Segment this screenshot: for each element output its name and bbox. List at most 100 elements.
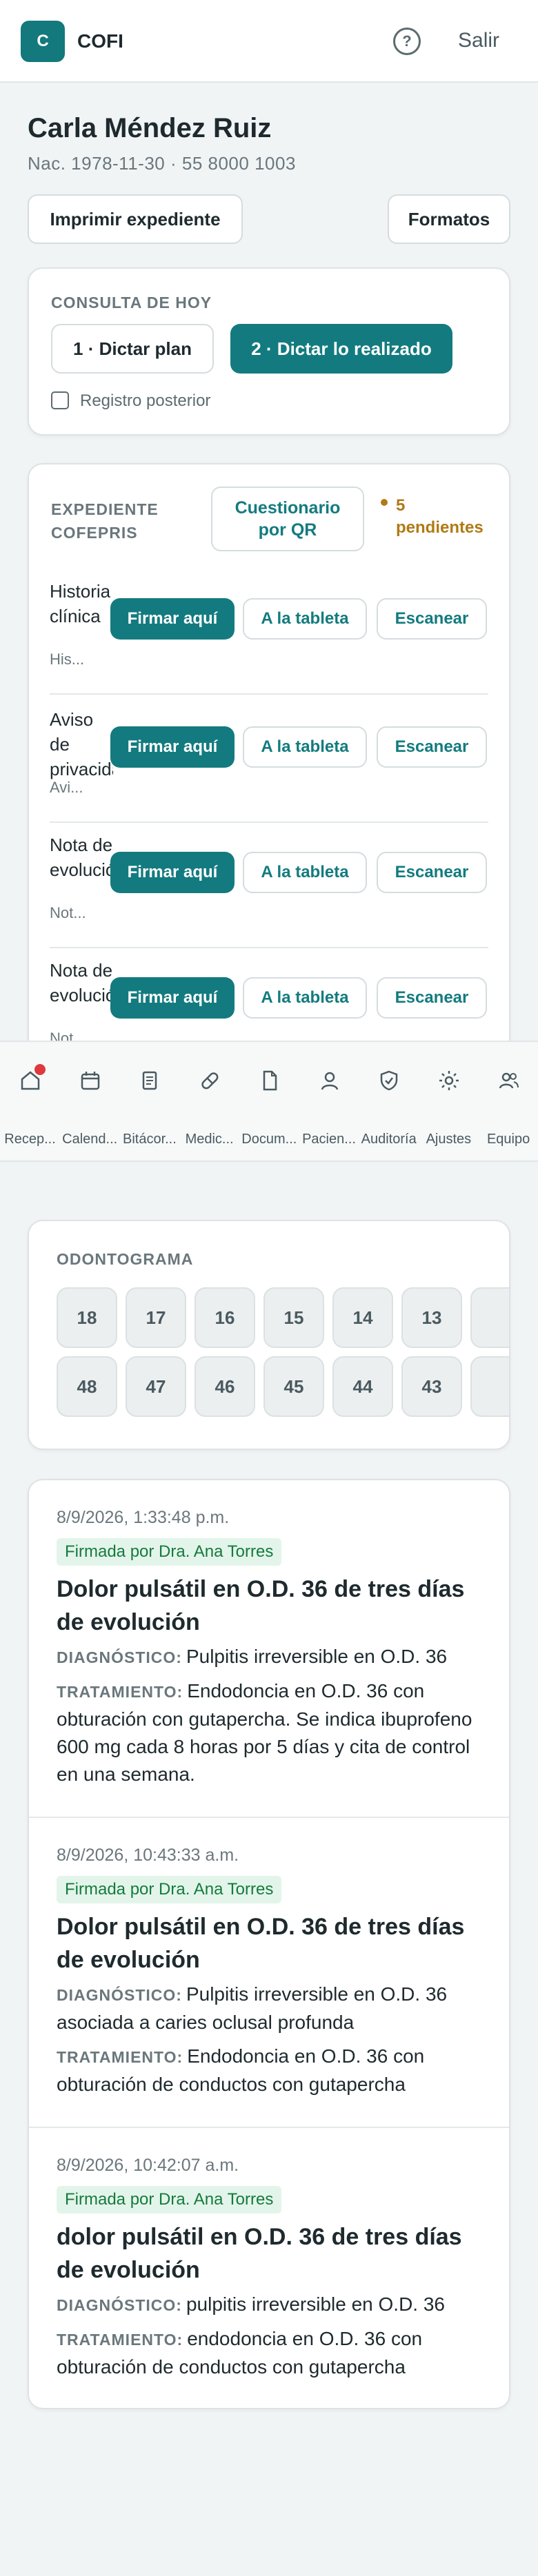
sign-here-button[interactable]: Firmar aquí xyxy=(110,726,235,768)
signed-badge: Firmada por Dra. Ana Torres xyxy=(57,2186,282,2214)
odontogram-label: ODONTOGRAMA xyxy=(57,1250,194,1268)
nav-item[interactable]: Equipo xyxy=(479,1042,538,1163)
tooth-button[interactable]: 43 xyxy=(401,1356,462,1417)
cofepris-label: EXPEDIENTE COFEPRIS xyxy=(51,500,159,542)
app-name: COFI xyxy=(77,30,123,52)
note-treatment: TRATAMIENTO: Endodoncia en O.D. 36 con ob… xyxy=(57,1680,472,1785)
document-row: Nota de evolución Not... Firmar aquíA la t… xyxy=(50,823,488,948)
signed-badge: Firmada por Dra. Ana Torres xyxy=(57,1876,282,1903)
document-preview: His... xyxy=(50,651,85,668)
note-divider xyxy=(29,1817,509,1818)
dictate-plan-button[interactable]: 1 · Dictar plan xyxy=(51,324,214,374)
late-record-checkbox[interactable] xyxy=(51,391,69,409)
scan-button[interactable]: Escanear xyxy=(377,726,487,768)
document-title: Nota de evolución xyxy=(50,835,113,880)
note-diagnosis: DIAGNÓSTICO: Pulpitis irreversible en O.D… xyxy=(57,1983,448,2033)
note-diagnosis: DIAGNÓSTICO: pulpitis irreversible en O.D… xyxy=(57,2293,445,2315)
tooth-button[interactable] xyxy=(470,1287,509,1348)
scan-button[interactable]: Escanear xyxy=(377,977,487,1019)
nav-item[interactable]: Bitácor... xyxy=(119,1042,179,1163)
nav-label: Medic... xyxy=(185,1132,234,1147)
note-treatment: TRATAMIENTO: Endodoncia en O.D. 36 con ob… xyxy=(57,2045,425,2095)
sign-here-button[interactable]: Firmar aquí xyxy=(110,852,235,893)
top-bar: C COFI ? Salir xyxy=(0,0,538,83)
nav-label: Recep... xyxy=(4,1132,56,1147)
send-to-tablet-button[interactable]: A la tableta xyxy=(243,977,367,1019)
signed-badge: Firmada por Dra. Ana Torres xyxy=(57,1538,282,1566)
scan-button[interactable]: Escanear xyxy=(377,598,487,640)
alert-dot xyxy=(34,1064,46,1075)
send-to-tablet-button[interactable]: A la tableta xyxy=(243,852,367,893)
note-divider xyxy=(29,2127,509,2128)
tooth-button[interactable]: 14 xyxy=(332,1287,393,1348)
late-record-label: Registro posterior xyxy=(80,391,211,410)
sign-here-button[interactable]: Firmar aquí xyxy=(110,598,235,640)
nav-label: Docum... xyxy=(241,1132,297,1147)
app-logo: C xyxy=(21,21,65,62)
sun-icon xyxy=(439,1071,459,1090)
tooth-button[interactable]: 48 xyxy=(57,1356,117,1417)
sign-here-button[interactable]: Firmar aquí xyxy=(110,977,235,1019)
shield-icon xyxy=(380,1070,398,1091)
note-title: Dolor pulsátil en O.D. 36 de tres días d… xyxy=(57,1914,465,1973)
note-date: 8/9/2026, 10:43:33 a.m. xyxy=(57,1846,239,1865)
document-row: Aviso de privacidadAvi... Firmar aquíA la… xyxy=(50,697,488,823)
dictate-done-button[interactable]: 2 · Dictar lo realizado xyxy=(230,324,452,374)
nav-label: Pacien... xyxy=(302,1132,356,1147)
note-date: 8/9/2026, 1:33:48 p.m. xyxy=(57,1508,230,1527)
document-title: Historia clínica xyxy=(50,581,111,626)
tooth-button[interactable] xyxy=(470,1356,509,1417)
logout-button[interactable]: Salir xyxy=(458,29,499,52)
tooth-button[interactable]: 13 xyxy=(401,1287,462,1348)
nav-item[interactable]: Auditoría xyxy=(359,1042,419,1163)
print-record-button[interactable]: Imprimir expediente xyxy=(28,194,243,244)
document-icon xyxy=(263,1070,277,1091)
tooth-button[interactable]: 44 xyxy=(332,1356,393,1417)
qr-questionnaire-button[interactable]: Cuestionario por QR xyxy=(211,487,364,551)
nav-item[interactable]: Pacien... xyxy=(299,1042,359,1163)
consultation-label: CONSULTA DE HOY xyxy=(51,294,212,311)
tooth-button[interactable]: 16 xyxy=(195,1287,255,1348)
nav-label: Auditoría xyxy=(361,1132,417,1147)
document-preview: Avi... xyxy=(50,779,83,796)
document-title: Nota de evolución xyxy=(50,960,113,1005)
note-date: 8/9/2026, 10:42:07 a.m. xyxy=(57,2156,239,2175)
tooth-button[interactable]: 17 xyxy=(126,1287,186,1348)
tooth-button[interactable]: 15 xyxy=(263,1287,324,1348)
document-row: Historia clínica His... Firmar aquí A la ta… xyxy=(50,569,488,695)
nav-label: Calend... xyxy=(62,1132,118,1147)
formats-button[interactable]: Formatos xyxy=(388,194,510,244)
nav-item[interactable]: Ajustes xyxy=(419,1042,479,1163)
calendar-icon xyxy=(81,1072,99,1090)
nav-item[interactable]: Calend... xyxy=(60,1042,120,1163)
note-treatment: TRATAMIENTO: endodoncia en O.D. 36 con ob… xyxy=(57,2328,423,2378)
nav-label: Bitácor... xyxy=(122,1132,177,1147)
tooth-button[interactable]: 46 xyxy=(195,1356,255,1417)
send-to-tablet-button[interactable]: A la tableta xyxy=(243,598,367,640)
pending-dot xyxy=(381,499,388,506)
pending-badge: 5 pendientes xyxy=(396,496,484,537)
bottom-navigation: Recep... Calend... Bitácor... Medic... Docum… xyxy=(0,1041,538,1162)
nav-item[interactable]: Medic... xyxy=(179,1042,239,1163)
note-diagnosis: DIAGNÓSTICO: Pulpitis irreversible en O.D… xyxy=(57,1646,448,1667)
patient-subtitle: Nac. 1978-11-30 · 55 8000 1003 xyxy=(28,153,296,174)
nav-label: Equipo xyxy=(486,1132,530,1147)
document-preview: Not... xyxy=(50,904,86,921)
clipboard-icon xyxy=(143,1071,157,1090)
tooth-button[interactable]: 18 xyxy=(57,1287,117,1348)
nav-item[interactable]: Docum... xyxy=(239,1042,299,1163)
note-title: Dolor pulsátil en O.D. 36 de tres días d… xyxy=(57,1576,465,1635)
today-consultation-card: CONSULTA DE HOY 1 · Dictar plan 2 · Dict… xyxy=(28,267,510,436)
user-icon xyxy=(321,1072,338,1090)
question-circle-icon[interactable]: ? xyxy=(393,28,421,55)
send-to-tablet-button[interactable]: A la tableta xyxy=(243,726,367,768)
scan-button[interactable]: Escanear xyxy=(377,852,487,893)
nav-item[interactable]: Recep... xyxy=(0,1042,60,1163)
nav-label: Ajustes xyxy=(426,1132,472,1147)
tooth-button[interactable]: 47 xyxy=(126,1356,186,1417)
patient-name: Carla Méndez Ruiz xyxy=(28,113,272,143)
tooth-button[interactable]: 45 xyxy=(263,1356,324,1417)
pill-icon xyxy=(201,1072,219,1090)
document-title: Aviso de privacidad xyxy=(50,709,113,779)
odontogram-card: ODONTOGRAMA 18 17 16 15 14 13 48 47 46 45 44 43 xyxy=(28,1220,510,1450)
